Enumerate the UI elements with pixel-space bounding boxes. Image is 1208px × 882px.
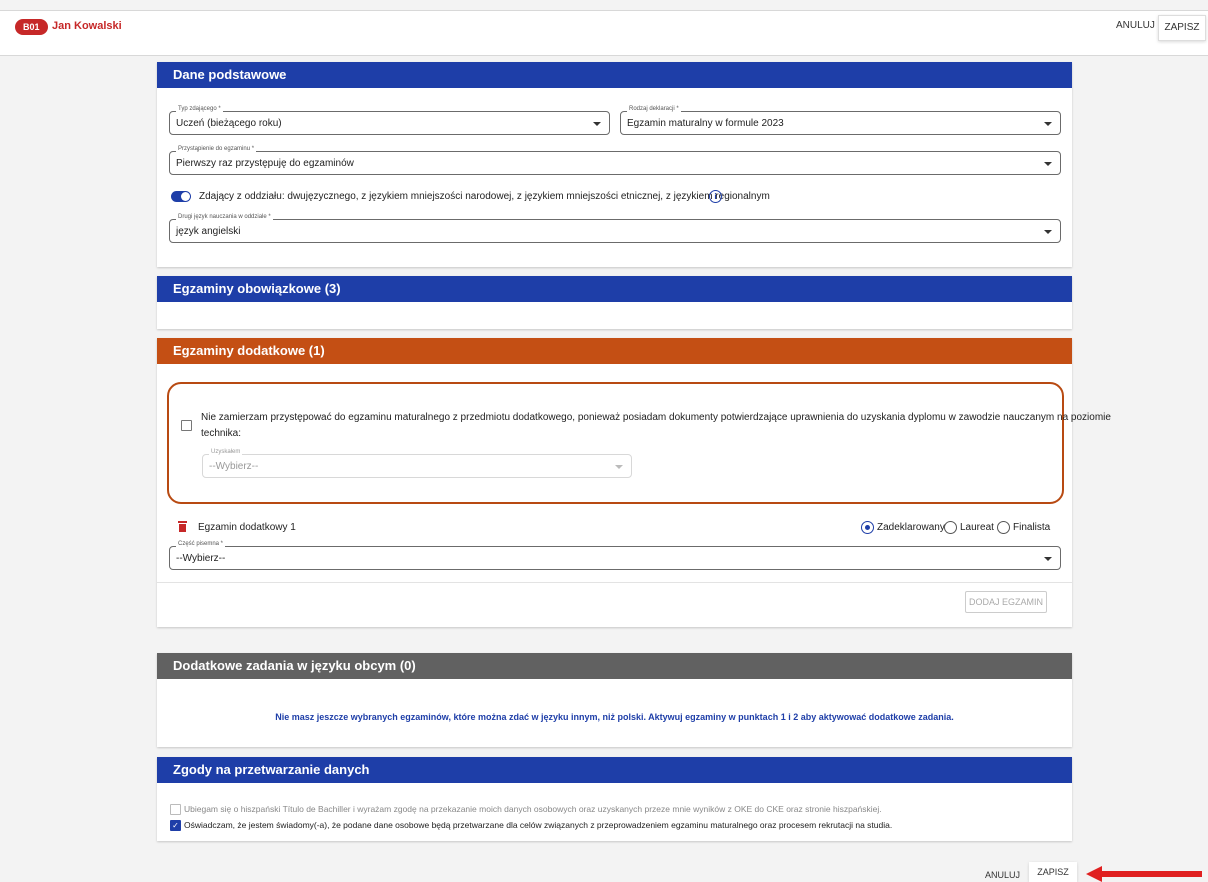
trash-icon[interactable] <box>178 521 187 532</box>
declaration-type-label: Rodzaj deklaracji * <box>627 106 681 112</box>
chevron-down-icon <box>1044 230 1052 234</box>
student-type-label: Typ zdającego * <box>176 106 223 112</box>
student-name: Jan Kowalski <box>52 20 122 32</box>
consent-spanish-text: Ubiegam się o hiszpański Título de Bachi… <box>184 804 882 814</box>
radio-finalist-label: Finalista <box>1013 522 1051 533</box>
written-part-value: --Wybierz-- <box>176 553 226 564</box>
student-badge: B01 <box>15 19 48 35</box>
chevron-down-icon <box>1044 122 1052 126</box>
vocational-exemption-box: Nie zamierzam przystępować do egzaminu m… <box>167 382 1111 504</box>
additional-exam-name: Egzamin dodatkowy 1 <box>198 522 296 533</box>
add-exam-button[interactable]: DODAJ EGZAMIN <box>965 591 1047 613</box>
radio-finalist[interactable] <box>997 521 1010 534</box>
exam-approach-select[interactable]: Przystąpienie do egzaminu * Pierwszy raz… <box>169 146 1061 175</box>
radio-declared-label: Zadeklarowany <box>877 522 945 533</box>
info-icon[interactable]: i <box>709 190 722 203</box>
chevron-down-icon <box>593 122 601 126</box>
footer-save-button[interactable]: ZAPISZ <box>1029 862 1077 882</box>
consents-header[interactable]: Zgody na przetwarzanie danych <box>157 757 1072 783</box>
written-part-label: Część pisemna * <box>176 541 226 547</box>
radio-declared[interactable] <box>861 521 874 534</box>
declaration-type-value: Egzamin maturalny w formule 2023 <box>627 118 784 129</box>
radio-laureate[interactable] <box>944 521 957 534</box>
bilingual-toggle-label: Zdający z oddziału: dwujęzycznego, z jęz… <box>199 191 770 202</box>
obtained-label: Uzyskałem <box>209 449 243 455</box>
divider <box>157 582 1072 583</box>
obtained-value: --Wybierz-- <box>209 461 259 472</box>
additional-exams-header[interactable]: Egzaminy dodatkowe (1) <box>157 338 1072 364</box>
vocational-exemption-text-1: Nie zamierzam przystępować do egzaminu m… <box>201 412 1111 423</box>
consent-data-text: Oświadczam, że jestem świadomy(-a), że p… <box>184 820 893 830</box>
chevron-down-icon <box>1044 162 1052 166</box>
footer-cancel-button[interactable]: ANULUJ <box>985 870 1020 880</box>
chevron-down-icon <box>615 465 623 469</box>
written-part-select[interactable]: Część pisemna * --Wybierz-- <box>169 541 1061 570</box>
consent-spanish-checkbox[interactable] <box>170 804 181 815</box>
basic-data-title: Dane podstawowe <box>157 62 1072 88</box>
second-language-select[interactable]: Drugi język nauczania w oddziale * język… <box>169 214 1061 243</box>
foreign-tasks-header[interactable]: Dodatkowe zadania w języku obcym (0) <box>157 653 1072 679</box>
exam-approach-label: Przystąpienie do egzaminu * <box>176 146 257 152</box>
top-cancel-button[interactable]: ANULUJ <box>1116 20 1155 31</box>
declaration-type-select[interactable]: Rodzaj deklaracji * Egzamin maturalny w … <box>620 106 1061 135</box>
foreign-tasks-message: Nie masz jeszcze wybranych egzaminów, kt… <box>275 712 954 722</box>
vocational-exemption-checkbox[interactable] <box>181 420 192 431</box>
mandatory-exams-header[interactable]: Egzaminy obowiązkowe (3) <box>157 276 1072 302</box>
chevron-down-icon <box>1044 557 1052 561</box>
bilingual-toggle[interactable] <box>171 191 191 202</box>
top-save-button[interactable]: ZAPISZ <box>1158 15 1206 41</box>
arrow-left-shaft <box>1100 871 1202 877</box>
student-type-value: Uczeń (bieżącego roku) <box>176 118 282 129</box>
consent-data-checkbox[interactable]: ✓ <box>170 820 181 831</box>
check-icon: ✓ <box>172 821 179 830</box>
mandatory-exams-card: Egzaminy obowiązkowe (3) <box>157 276 1072 329</box>
radio-laureate-label: Laureat <box>960 522 994 533</box>
vocational-exemption-text-2: technika: <box>201 428 242 439</box>
second-language-label: Drugi język nauczania w oddziale * <box>176 214 273 220</box>
basic-data-card: Dane podstawowe Typ zdającego * Uczeń (b… <box>157 62 1072 267</box>
exam-approach-value: Pierwszy raz przystępuję do egzaminów <box>176 158 354 169</box>
consents-card: Zgody na przetwarzanie danych Ubiegam si… <box>157 757 1072 841</box>
additional-exams-card: Egzaminy dodatkowe (1) Nie zamierzam prz… <box>157 338 1111 627</box>
top-bar <box>0 10 1208 56</box>
student-type-select[interactable]: Typ zdającego * Uczeń (bieżącego roku) <box>169 106 610 135</box>
foreign-tasks-card: Dodatkowe zadania w języku obcym (0) Nie… <box>157 653 1072 747</box>
second-language-value: język angielski <box>176 226 241 237</box>
obtained-select: Uzyskałem --Wybierz-- <box>202 449 632 478</box>
